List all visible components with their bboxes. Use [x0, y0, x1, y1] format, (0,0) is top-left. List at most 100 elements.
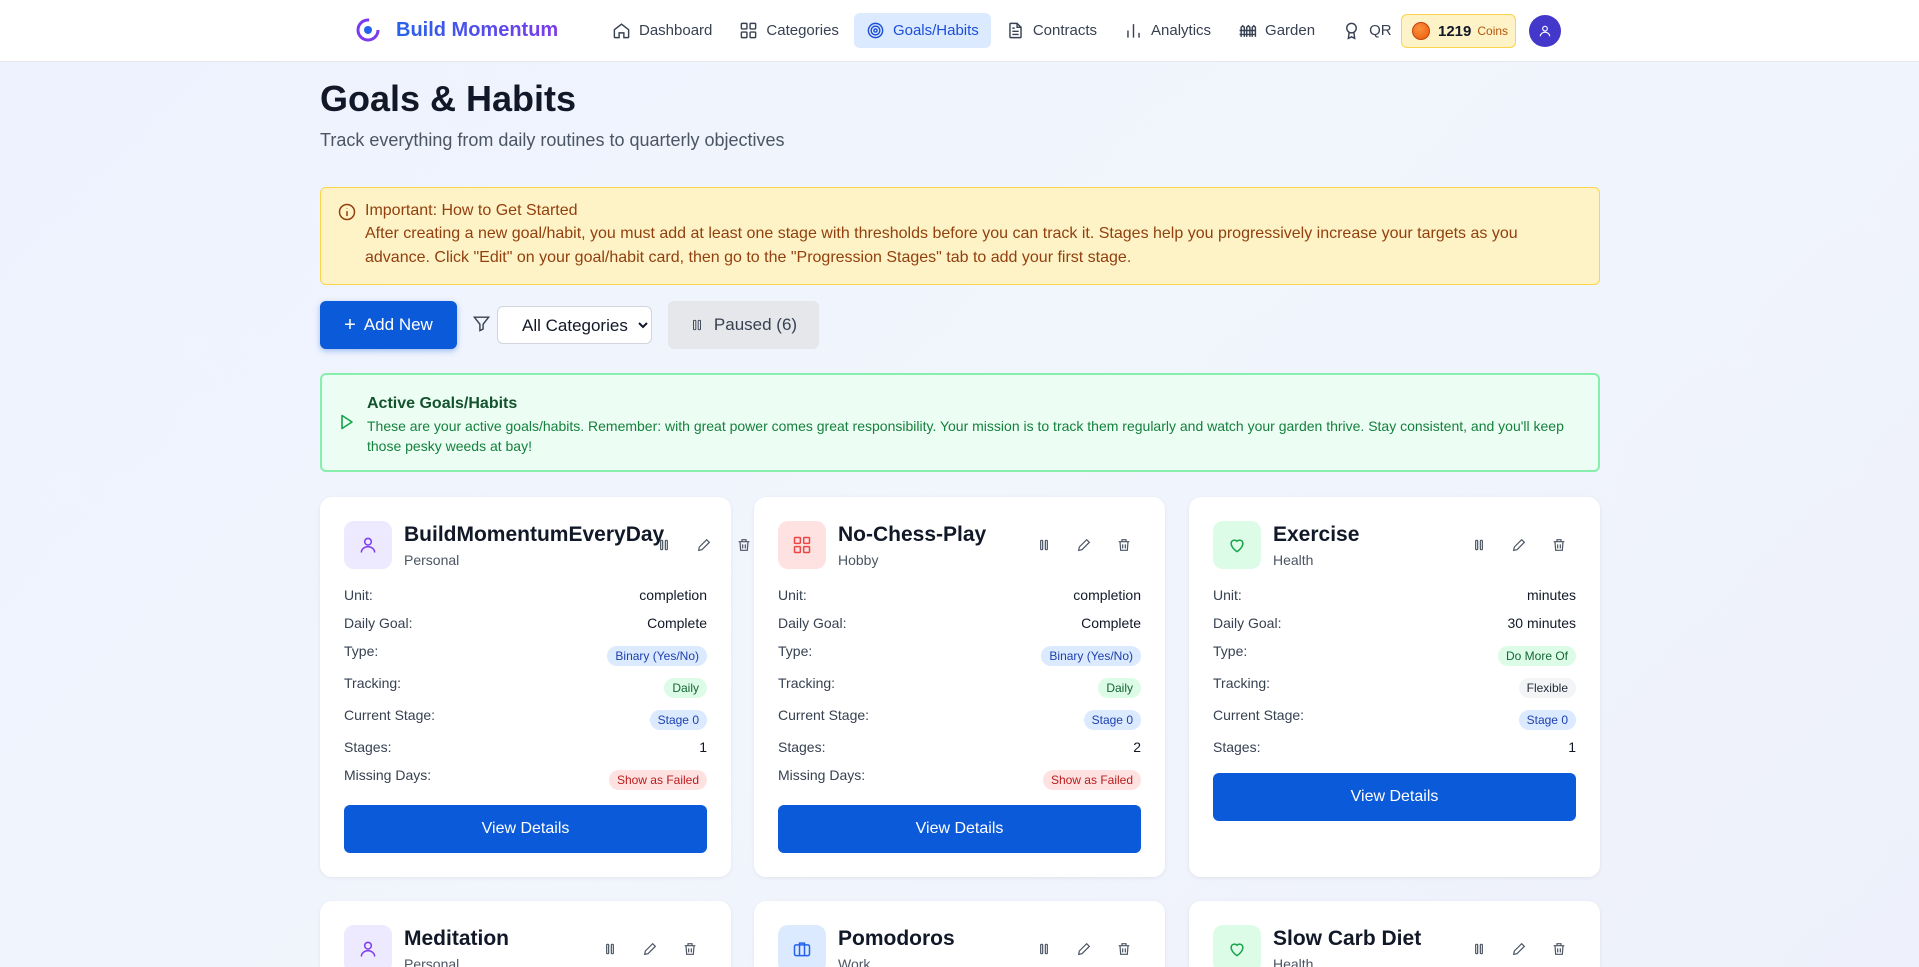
add-new-button[interactable]: + Add New — [320, 301, 457, 349]
nav-item-dashboard[interactable]: Dashboard — [600, 13, 724, 48]
edit-button[interactable] — [1499, 937, 1539, 961]
row-label: Type: — [778, 643, 813, 659]
type-badge: Binary (Yes/No) — [607, 646, 707, 666]
nav-item-contracts[interactable]: Contracts — [994, 13, 1109, 48]
nav-item-garden[interactable]: Garden — [1226, 13, 1327, 48]
pause-icon — [660, 539, 668, 551]
detail-row-unit: Unit: completion — [344, 587, 707, 615]
goal-name: No-Chess-Play — [838, 523, 987, 546]
view-details-button[interactable]: View Details — [1213, 773, 1576, 821]
nav-item-label: Analytics — [1151, 22, 1212, 39]
pause-button[interactable] — [644, 533, 684, 557]
goal-card: Slow Carb Diet Health — [1189, 901, 1600, 967]
brand-logo-icon — [356, 18, 380, 42]
brand-name: Build Momentum — [396, 18, 559, 41]
category-filter-select[interactable]: All Categories — [497, 306, 652, 344]
coin-count: 1219 — [1438, 22, 1472, 40]
goal-card: BuildMomentumEveryDay Personal Unit: comp… — [320, 497, 750, 877]
pencil-icon — [1077, 942, 1091, 956]
detail-row-daily-goal: Daily Goal: Complete — [778, 615, 1141, 643]
goal-name: BuildMomentumEveryDay — [404, 523, 665, 546]
detail-row-current-stage: Current Stage: Stage 0 — [778, 707, 1141, 739]
active-goals-banner: Active Goals/Habits These are your activ… — [320, 373, 1600, 472]
delete-button[interactable] — [1104, 533, 1144, 557]
grid-icon — [793, 536, 811, 554]
nav-item-qr[interactable]: QR — [1330, 13, 1404, 48]
category-icon — [1213, 925, 1261, 967]
briefcase-icon — [793, 942, 811, 957]
add-new-label: Add New — [363, 315, 433, 334]
coin-label: Coins — [1477, 24, 1509, 38]
row-value: 2 — [1133, 739, 1141, 755]
banner-title: Active Goals/Habits — [367, 395, 518, 412]
detail-row-type: Type: Binary (Yes/No) — [344, 643, 707, 675]
row-value: Complete — [1081, 615, 1141, 631]
pause-button[interactable] — [1024, 533, 1064, 557]
page-subtitle: Track everything from daily routines to … — [320, 130, 785, 150]
delete-button[interactable] — [1104, 937, 1144, 961]
edit-button[interactable] — [1064, 937, 1104, 961]
info-icon — [338, 203, 356, 221]
stage-badge: Stage 0 — [649, 710, 707, 730]
nav-item-analytics[interactable]: Analytics — [1112, 13, 1223, 48]
goal-name: Exercise — [1273, 523, 1360, 546]
row-value: completion — [639, 587, 707, 603]
coin-balance[interactable]: 1219 Coins — [1401, 14, 1516, 48]
row-label: Daily Goal: — [778, 615, 847, 631]
goal-name: Pomodoros — [838, 927, 955, 950]
delete-button[interactable] — [670, 937, 710, 961]
pause-icon — [692, 319, 701, 331]
avatar[interactable] — [1529, 15, 1561, 47]
missing-days-badge: Show as Failed — [608, 770, 707, 790]
trash-icon — [1118, 539, 1130, 551]
paused-toggle-button[interactable]: Paused (6) — [668, 301, 819, 349]
user-icon — [360, 537, 376, 553]
row-value: completion — [1073, 587, 1141, 603]
category-icon — [1213, 521, 1261, 569]
goal-category: Personal — [404, 552, 460, 568]
view-details-button[interactable]: View Details — [778, 805, 1141, 853]
detail-row-unit: Unit: completion — [778, 587, 1141, 615]
fence-icon — [1239, 24, 1257, 37]
goal-card: Pomodoros Work — [754, 901, 1165, 967]
pause-button[interactable] — [590, 937, 630, 961]
view-details-button[interactable]: View Details — [344, 805, 707, 853]
nav-item-goals-habits[interactable]: Goals/Habits — [853, 13, 991, 48]
row-label: Missing Days: — [344, 767, 432, 783]
edit-button[interactable] — [1499, 533, 1539, 557]
pause-icon — [1040, 539, 1048, 551]
row-label: Stages: — [1213, 739, 1261, 755]
pause-icon — [1040, 943, 1048, 955]
detail-row-type: Type: Binary (Yes/No) — [778, 643, 1141, 675]
heart-icon — [1230, 539, 1244, 553]
row-value: 1 — [1568, 739, 1576, 755]
row-label: Unit: — [344, 587, 373, 603]
trash-icon — [738, 539, 750, 551]
row-value: 30 minutes — [1507, 615, 1576, 631]
pencil-icon — [1512, 538, 1526, 552]
goal-category: Work — [838, 956, 871, 967]
edit-button[interactable] — [684, 533, 724, 557]
play-icon — [341, 414, 353, 430]
row-label: Type: — [1213, 643, 1248, 659]
filter-icon — [472, 316, 491, 332]
goal-category: Personal — [404, 956, 460, 967]
edit-button[interactable] — [1064, 533, 1104, 557]
delete-button[interactable] — [1539, 937, 1579, 961]
user-icon — [360, 941, 376, 957]
pause-button[interactable] — [1459, 937, 1499, 961]
brand[interactable]: Build Momentum — [354, 16, 558, 44]
row-value: Complete — [647, 615, 707, 631]
pause-button[interactable] — [1024, 937, 1064, 961]
category-icon — [778, 521, 826, 569]
row-label: Type: — [344, 643, 379, 659]
delete-button[interactable] — [1539, 533, 1579, 557]
nav-item-categories[interactable]: Categories — [727, 13, 851, 48]
top-nav: Build Momentum Dashboard Categories Goal… — [0, 0, 1919, 62]
pause-button[interactable] — [1459, 533, 1499, 557]
edit-button[interactable] — [630, 937, 670, 961]
row-label: Tracking: — [1213, 675, 1271, 691]
detail-row-type: Type: Do More Of — [1213, 643, 1576, 675]
goal-card: Exercise Health Unit: minutes Daily Goal:… — [1189, 497, 1600, 877]
pencil-icon — [1512, 942, 1526, 956]
